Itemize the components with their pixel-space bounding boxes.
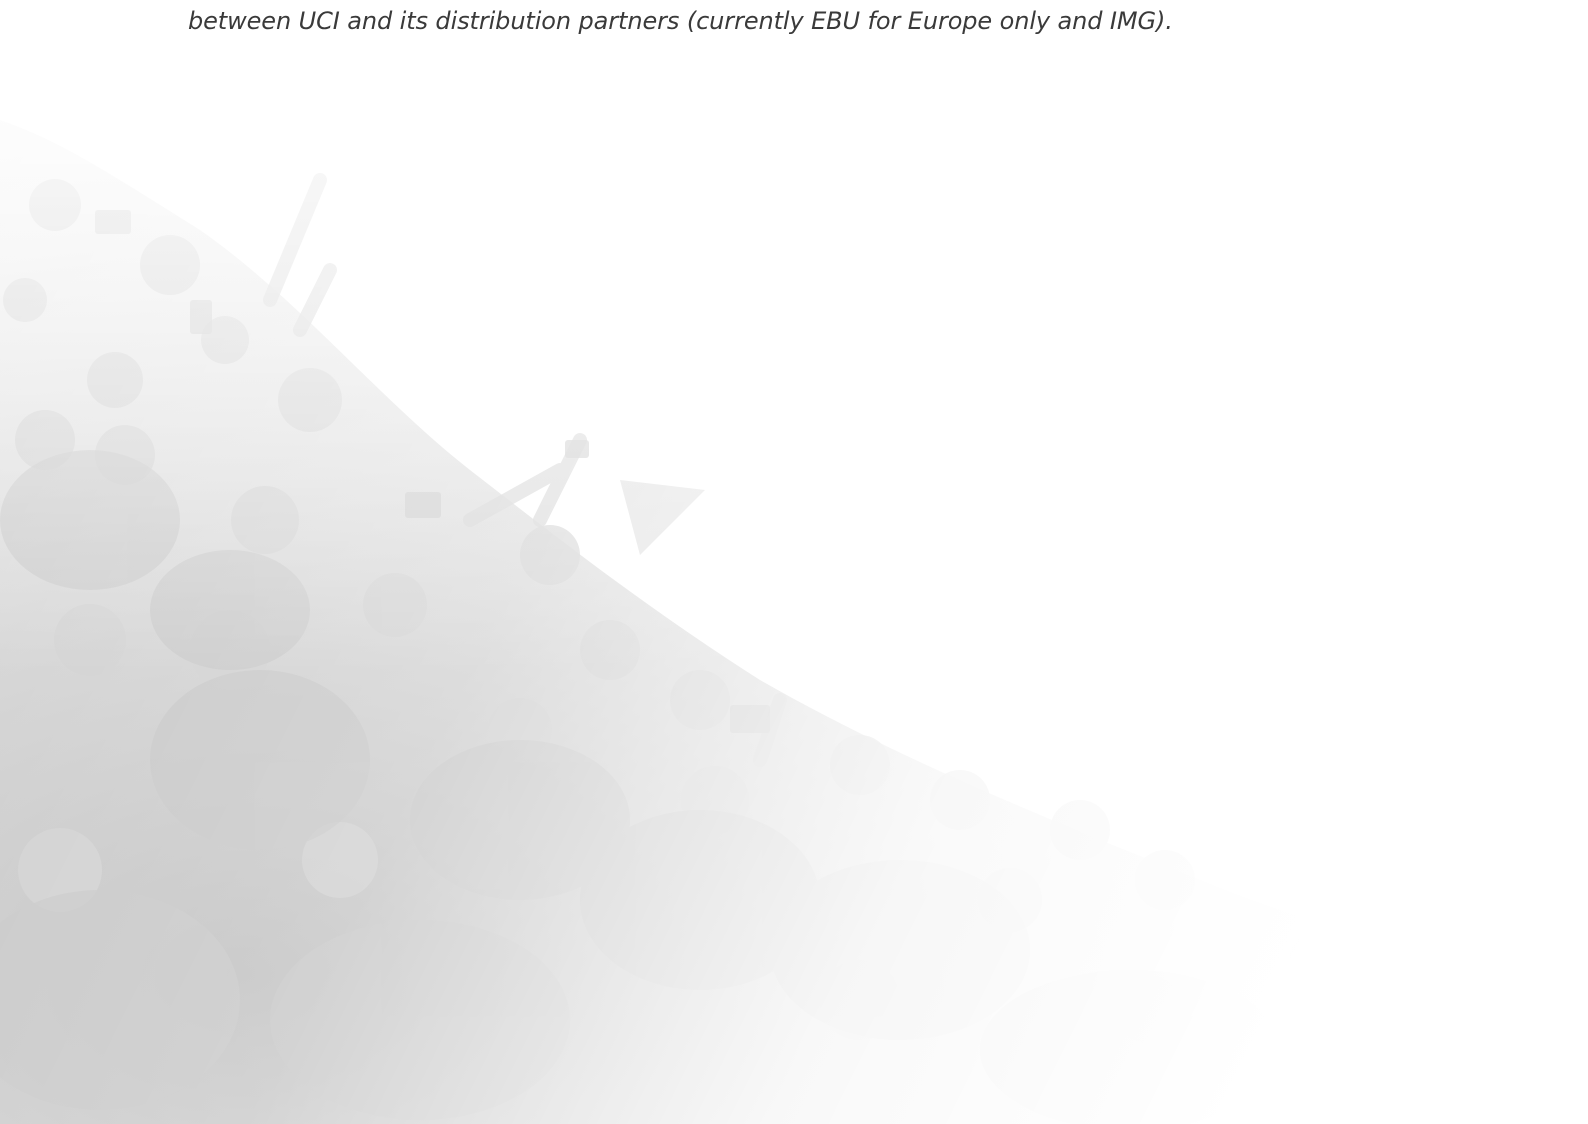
crowd-background-image (0, 0, 1588, 1124)
document-page: between UCI and its distribution partner… (0, 0, 1588, 1124)
body-text-line: between UCI and its distribution partner… (188, 7, 1173, 35)
